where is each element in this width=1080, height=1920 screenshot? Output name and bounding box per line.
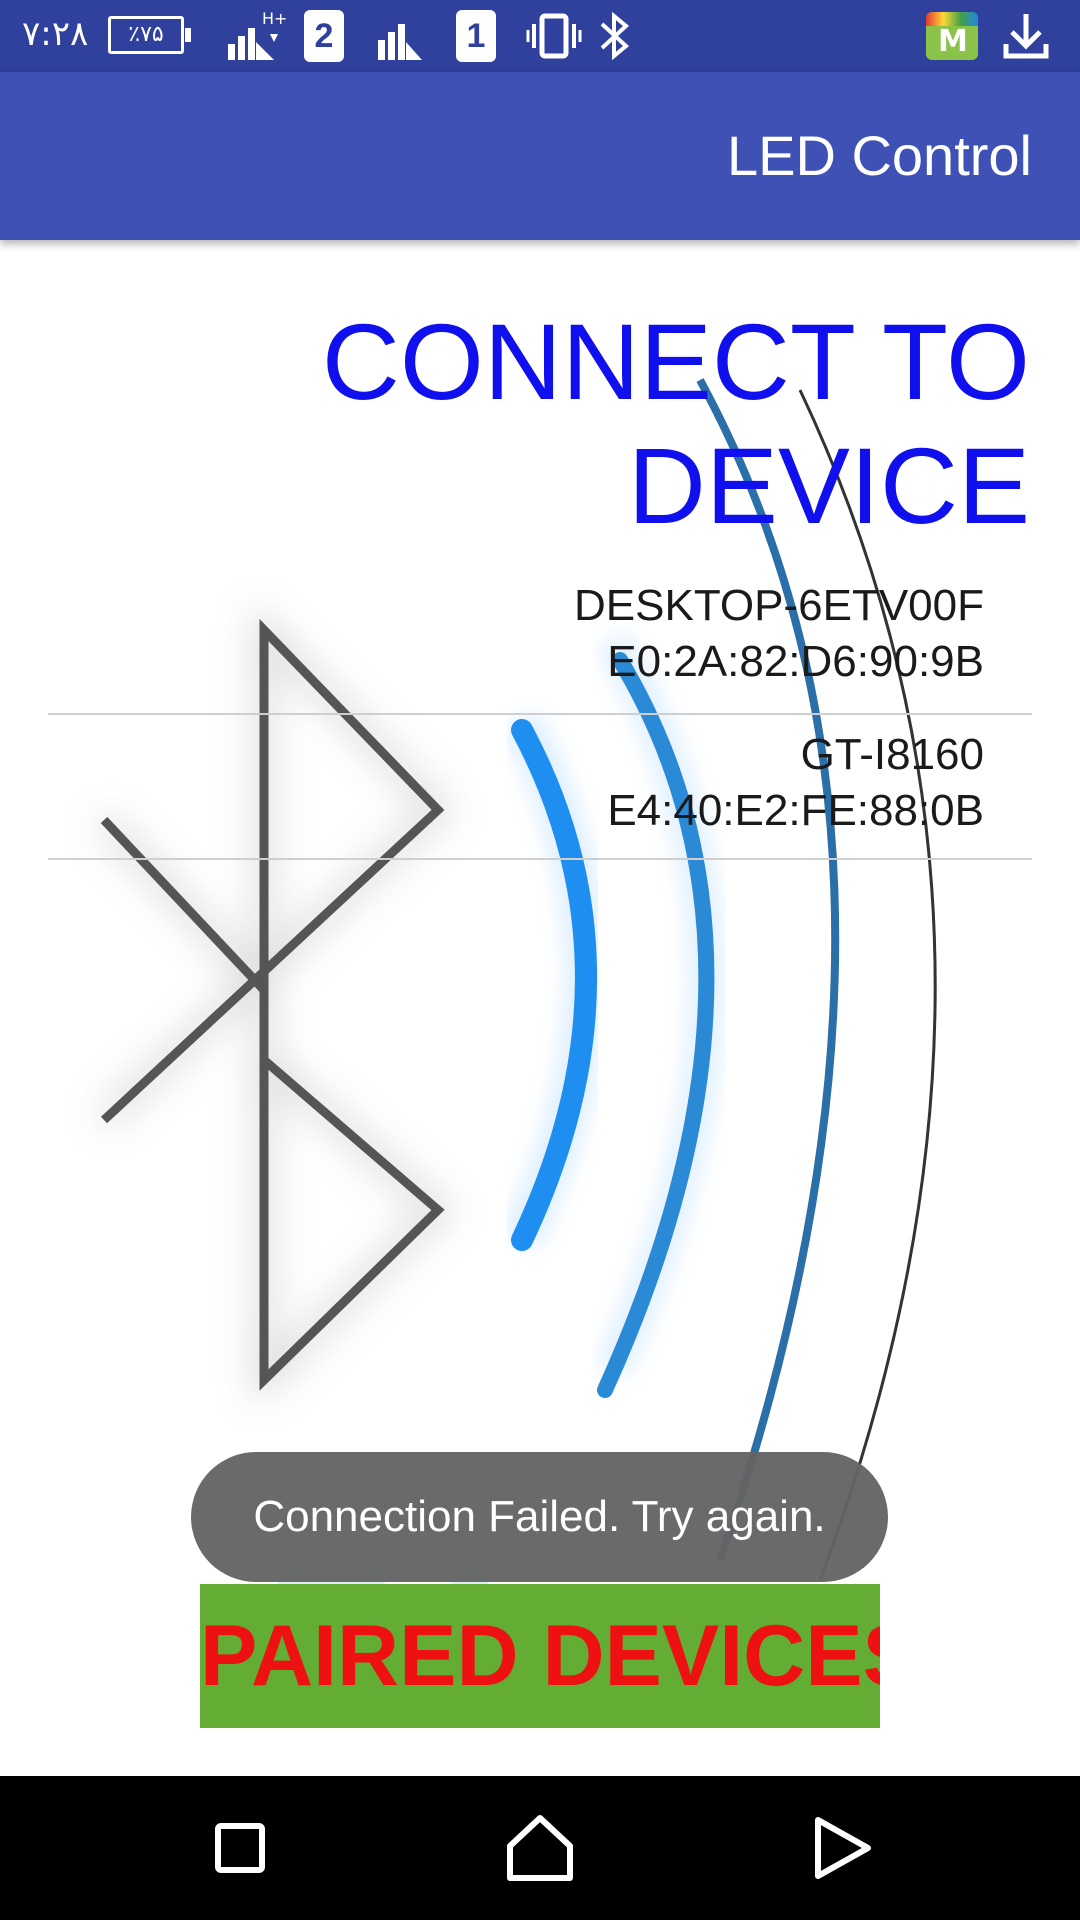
device-list-item[interactable]: GT-I8160 E4:40:E2:FE:88:0B [48, 715, 1032, 860]
sim-2-label: 2 [314, 17, 334, 55]
back-icon[interactable] [800, 1808, 880, 1888]
sim-1-icon: 1 [456, 10, 496, 62]
battery-level: ٪۷۵ [128, 22, 164, 47]
device-address: E4:40:E2:FE:88:0B [607, 786, 984, 835]
status-bar: ۷:۲۸ ٪۷۵ H+ 2 1 M [0, 0, 1080, 72]
screen: ۷:۲۸ ٪۷۵ H+ 2 1 M LED Control CONNECT TO… [0, 0, 1080, 1920]
home-icon[interactable] [500, 1808, 580, 1888]
sim-1-label: 1 [466, 17, 486, 55]
app-title: LED Control [726, 124, 1032, 187]
connect-heading: CONNECT TO DEVICE [321, 301, 1030, 546]
network-type-label: H+ [262, 10, 287, 28]
status-time: ۷:۲۸ [22, 14, 89, 54]
device-name: DESKTOP-6ETV00F [574, 581, 984, 630]
device-list-item[interactable]: DESKTOP-6ETV00F E0:2A:82:D6:90:9B [48, 570, 1032, 715]
paired-devices-button[interactable]: PAIRED DEVICES [200, 1584, 880, 1728]
device-name: GT-I8160 [800, 730, 984, 779]
download-icon [1003, 14, 1049, 59]
battery-icon: ٪۷۵ [108, 16, 191, 54]
device-address: E0:2A:82:D6:90:9B [607, 637, 984, 686]
sim-2-icon: 2 [304, 10, 344, 62]
signal-icon-2 [378, 24, 422, 60]
app-store-icon: M [926, 12, 978, 60]
device-list: DESKTOP-6ETV00F E0:2A:82:D6:90:9B GT-I81… [48, 570, 1032, 860]
app-bar: LED Control [0, 72, 1080, 240]
navigation-bar [0, 1776, 1080, 1920]
recents-icon[interactable] [200, 1808, 280, 1888]
signal-icon: H+ [228, 10, 287, 60]
bluetooth-status-icon [600, 11, 630, 61]
connection-failed-toast: Connection Failed. Try again. [191, 1452, 888, 1582]
vibrate-icon [526, 13, 582, 59]
